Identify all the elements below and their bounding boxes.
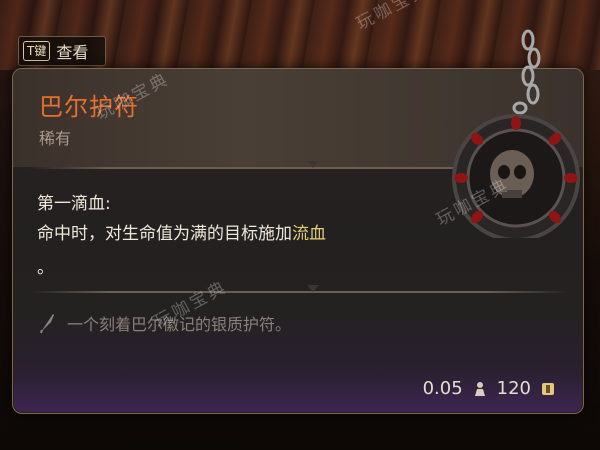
bleeding-keyword[interactable]: 流血 [292,224,326,244]
passive-desc-part: 命中时，对生命值为满的目标施加 [37,224,292,244]
item-price: 120 [496,378,531,399]
view-hint[interactable]: T键 查看 [18,36,106,66]
flavor-divider [29,285,569,293]
item-rarity: 稀有 [39,129,72,148]
gold-coin-icon [542,382,554,395]
item-stats: 0.05 120 [423,378,555,399]
hotkey-t: T键 [23,41,51,61]
item-weight: 0.05 [422,378,463,399]
quill-icon [40,314,54,334]
view-label: 查看 [56,43,89,62]
weight-icon [474,381,485,396]
passive-description: 命中时，对生命值为满的目标施加流血。 [37,217,417,285]
passive-desc-end: 。 [37,258,54,278]
passive-title: 第一滴血: [37,194,111,214]
